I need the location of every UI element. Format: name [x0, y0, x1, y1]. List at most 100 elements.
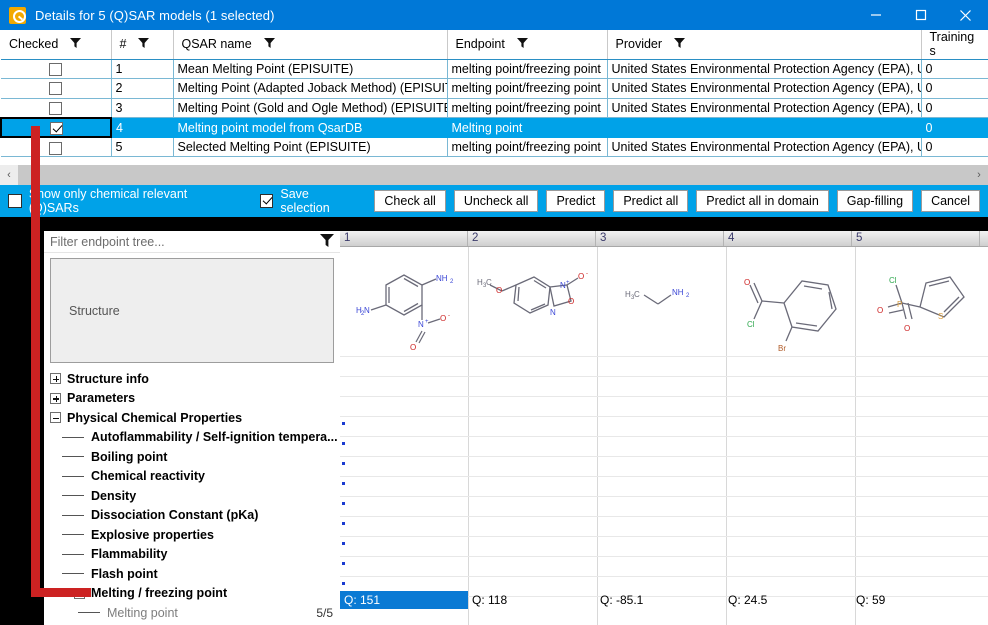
row-endpoint: melting point/freezing point	[447, 78, 608, 99]
melting-point-value-cell[interactable]: Q: 59	[852, 591, 980, 609]
minimize-icon[interactable]	[853, 0, 898, 30]
tree-item-melting-point[interactable]: Melting point 5/5	[50, 603, 340, 623]
tree-item-physical-chemical-properties[interactable]: Physical Chemical Properties	[50, 408, 340, 428]
tree-item-density[interactable]: Density	[50, 486, 340, 506]
horizontal-scrollbar[interactable]: ‹ ›	[0, 165, 988, 185]
structure-thumbnail[interactable]: H 3 C NH 2	[596, 247, 724, 357]
melting-point-value-cell[interactable]: Q: 24.5	[724, 591, 852, 609]
row-checkbox-cell[interactable]	[1, 98, 112, 119]
chevron-right-icon[interactable]: ›	[970, 165, 988, 185]
row-marker-dot	[342, 542, 345, 545]
row-marker-dot	[342, 462, 345, 465]
show-relevant-qsars-checkbox[interactable]	[8, 194, 22, 208]
close-icon[interactable]	[943, 0, 988, 30]
svg-text:C: C	[486, 278, 492, 287]
column-header-provider[interactable]: Provider	[607, 30, 922, 60]
table-row[interactable]: 5 Selected Melting Point (EPISUITE) melt…	[1, 137, 988, 158]
maximize-icon[interactable]	[898, 0, 943, 30]
row-checkbox[interactable]	[49, 141, 63, 155]
grid-header-row: Checked # QSAR name Endpoint Provider Tr…	[1, 30, 988, 60]
tree-item-melting-freezing-point[interactable]: Melting / freezing point	[50, 584, 340, 604]
row-training-set: 0	[921, 78, 988, 99]
check-all-button[interactable]: Check all	[374, 190, 446, 212]
column-header-number[interactable]: #	[111, 30, 174, 60]
data-column-header[interactable]: 4	[724, 231, 852, 246]
column-header-qsar-name[interactable]: QSAR name	[173, 30, 448, 60]
filter-funnel-icon[interactable]	[138, 37, 150, 51]
tree-item-parameters[interactable]: Parameters	[50, 389, 340, 409]
save-selection-checkbox[interactable]	[259, 194, 274, 208]
scrollbar-track[interactable]	[18, 165, 970, 185]
predict-all-in-domain-button[interactable]: Predict all in domain	[696, 190, 829, 212]
filter-funnel-icon[interactable]	[320, 233, 334, 250]
expand-plus-icon[interactable]	[50, 392, 61, 404]
structure-thumbnail[interactable]: Cl P O O S	[852, 247, 980, 357]
column-header-endpoint[interactable]: Endpoint	[447, 30, 608, 60]
column-header-checked[interactable]: Checked	[1, 30, 112, 60]
row-number: 1	[111, 59, 174, 80]
tree-branch-line	[62, 456, 84, 458]
tree-item-chemical-reactivity[interactable]: Chemical reactivity	[50, 467, 340, 487]
row-checkbox-cell[interactable]	[1, 78, 112, 99]
data-column-header[interactable]: 1	[340, 231, 468, 246]
grid-row-divider	[340, 576, 988, 577]
tree-item-autoflammability[interactable]: Autoflammability / Self-ignition tempera…	[50, 428, 340, 448]
data-column-header[interactable]: 5	[852, 231, 980, 246]
filter-funnel-icon[interactable]	[516, 37, 528, 51]
column-header-training-set[interactable]: Training s	[921, 30, 988, 60]
window-controls	[853, 0, 988, 30]
predict-all-button[interactable]: Predict all	[613, 190, 689, 212]
tree-item-flash-point[interactable]: Flash point	[50, 564, 340, 584]
uncheck-all-button[interactable]: Uncheck all	[453, 190, 539, 212]
row-checkbox-cell[interactable]	[1, 137, 112, 158]
data-column-header[interactable]: 3	[596, 231, 724, 246]
svg-text:C: C	[634, 290, 640, 299]
chevron-left-icon[interactable]: ‹	[0, 165, 18, 185]
row-checkbox[interactable]	[49, 82, 63, 96]
melting-point-value-cell[interactable]: Q: 118	[468, 591, 596, 609]
row-training-set: 0	[921, 98, 988, 119]
row-marker-dot	[342, 442, 345, 445]
grid-row-divider	[340, 516, 988, 517]
table-row[interactable]: 2 Melting Point (Adapted Joback Method) …	[1, 78, 988, 99]
data-column-header[interactable]: 2	[468, 231, 596, 246]
tree-item-label: Melting point	[107, 605, 178, 620]
row-checkbox[interactable]	[49, 62, 63, 76]
row-checkbox-cell[interactable]	[1, 59, 112, 80]
row-checkbox[interactable]	[49, 121, 63, 135]
structure-thumbnail[interactable]: NH 2 H 2 N N + O - O	[340, 247, 468, 357]
row-marker-dot	[342, 422, 345, 425]
structure-thumbnail[interactable]: O Cl Br	[724, 247, 852, 357]
gap-filling-button[interactable]: Gap-filling	[836, 190, 914, 212]
column-header-training-set-label: Training s	[929, 30, 975, 59]
predict-button[interactable]: Predict	[546, 190, 606, 212]
structure-thumbnail[interactable]: N + O - O N O H 3 C	[468, 247, 596, 357]
title-bar: Details for 5 (Q)SAR models (1 selected)	[0, 0, 988, 30]
filter-funnel-icon[interactable]	[70, 37, 82, 51]
expand-plus-icon[interactable]	[50, 373, 61, 385]
grid-row-divider	[340, 416, 988, 417]
filter-endpoint-tree-input[interactable]: Filter endpoint tree...	[44, 231, 340, 253]
column-header-qsar-name-label: QSAR name	[181, 37, 252, 52]
tree-item-structure-info[interactable]: Structure info	[50, 369, 340, 389]
row-checkbox[interactable]	[49, 101, 63, 115]
filter-funnel-icon[interactable]	[674, 37, 686, 51]
save-selection-toggle[interactable]: Save selection	[259, 187, 361, 215]
tree-item-explosive-properties[interactable]: Explosive properties	[50, 525, 340, 545]
table-row[interactable]: 1 Mean Melting Point (EPISUITE) melting …	[1, 59, 988, 80]
filter-funnel-icon[interactable]	[263, 37, 275, 51]
collapse-minus-icon[interactable]	[50, 412, 61, 424]
row-checkbox-cell[interactable]	[0, 116, 112, 139]
show-relevant-qsars-toggle[interactable]: Show only chemical relevant (Q)SARs	[8, 187, 238, 215]
tree-item-flammability[interactable]: Flammability	[50, 545, 340, 565]
melting-point-value-cell[interactable]: Q: 151	[340, 591, 468, 609]
tree-item-boiling-point[interactable]: Boiling point	[50, 447, 340, 467]
table-row[interactable]: 3 Melting Point (Gold and Ogle Method) (…	[1, 98, 988, 119]
tree-item-dissociation-constant[interactable]: Dissociation Constant (pKa)	[50, 506, 340, 526]
melting-point-value-cell[interactable]: Q: -85.1	[596, 591, 724, 609]
cancel-button[interactable]: Cancel	[921, 190, 980, 212]
row-provider: United States Environmental Protection A…	[607, 137, 922, 158]
table-row-selected[interactable]: 4 Melting point model from QsarDB Meltin…	[0, 116, 988, 139]
svg-text:-: -	[448, 313, 450, 319]
svg-text:+: +	[566, 280, 570, 286]
